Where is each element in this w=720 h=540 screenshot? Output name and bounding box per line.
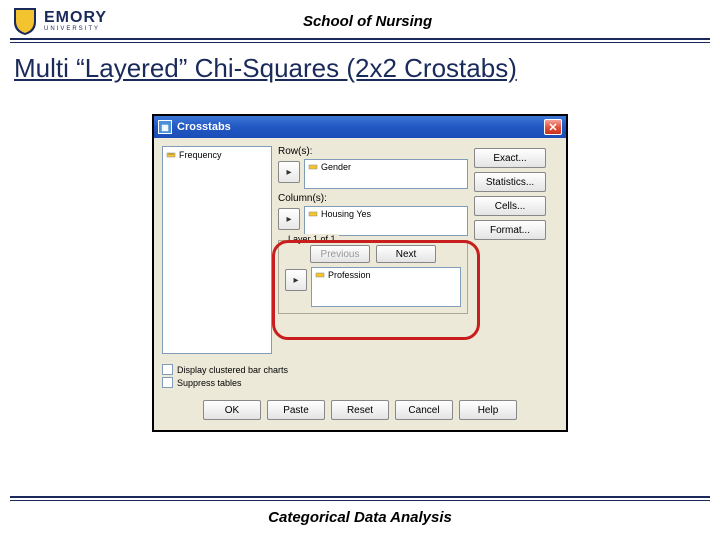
checkbox-label: Suppress tables bbox=[177, 378, 242, 388]
layer-frame: Layer 1 of 1 Previous Next ▸ Profession bbox=[278, 240, 468, 314]
layer-title: Layer 1 of 1 bbox=[285, 234, 339, 244]
statistics-button[interactable]: Statistics... bbox=[474, 172, 546, 192]
paste-button[interactable]: Paste bbox=[267, 400, 325, 420]
ruler-icon bbox=[315, 270, 325, 280]
logo-main-text: EMORY bbox=[44, 10, 107, 26]
move-to-rows-button[interactable]: ▸ bbox=[278, 161, 300, 183]
slide-title: Multi “Layered” Chi-Squares (2x2 Crostab… bbox=[0, 49, 720, 94]
rows-value: Gender bbox=[321, 162, 351, 172]
move-to-layer-button[interactable]: ▸ bbox=[285, 269, 307, 291]
slide-header: EMORY UNIVERSITY School of Nursing bbox=[0, 0, 720, 38]
titlebar[interactable]: ▦ Crosstabs ✕ bbox=[154, 116, 566, 138]
ok-button[interactable]: OK bbox=[203, 400, 261, 420]
format-button[interactable]: Format... bbox=[474, 220, 546, 240]
list-item[interactable]: Frequency bbox=[166, 150, 268, 160]
footer-text: Categorical Data Analysis bbox=[0, 507, 720, 526]
checkbox-label: Display clustered bar charts bbox=[177, 365, 288, 375]
source-variable-list[interactable]: Frequency bbox=[162, 146, 272, 354]
app-icon: ▦ bbox=[158, 120, 172, 134]
next-button[interactable]: Next bbox=[376, 245, 436, 263]
dialog-title: Crosstabs bbox=[177, 121, 544, 133]
cols-label: Column(s): bbox=[278, 193, 468, 204]
header-dept: School of Nursing bbox=[107, 13, 708, 30]
suppress-tables-checkbox-row[interactable]: Suppress tables bbox=[162, 377, 558, 388]
ruler-icon bbox=[308, 209, 318, 219]
checkbox-icon[interactable] bbox=[162, 364, 173, 375]
checkbox-icon[interactable] bbox=[162, 377, 173, 388]
source-item-label: Frequency bbox=[179, 150, 222, 160]
ruler-icon bbox=[308, 162, 318, 172]
previous-button[interactable]: Previous bbox=[310, 245, 370, 263]
exact-button[interactable]: Exact... bbox=[474, 148, 546, 168]
emory-logo: EMORY UNIVERSITY bbox=[12, 6, 107, 36]
layer-field[interactable]: Profession bbox=[311, 267, 461, 307]
reset-button[interactable]: Reset bbox=[331, 400, 389, 420]
rows-label: Row(s): bbox=[278, 146, 468, 157]
clustered-bars-checkbox-row[interactable]: Display clustered bar charts bbox=[162, 364, 558, 375]
cols-value: Housing Yes bbox=[321, 209, 371, 219]
divider bbox=[10, 500, 710, 501]
shield-icon bbox=[12, 6, 38, 36]
move-to-cols-button[interactable]: ▸ bbox=[278, 208, 300, 230]
crosstabs-dialog: ▦ Crosstabs ✕ Frequency Row(s): ▸ bbox=[152, 114, 568, 432]
divider bbox=[10, 38, 710, 40]
logo-sub-text: UNIVERSITY bbox=[44, 26, 107, 32]
cols-field[interactable]: Housing Yes bbox=[304, 206, 468, 236]
close-button[interactable]: ✕ bbox=[544, 119, 562, 135]
help-button[interactable]: Help bbox=[459, 400, 517, 420]
slide-footer: Categorical Data Analysis bbox=[0, 496, 720, 526]
ruler-icon bbox=[166, 150, 176, 160]
layer-value: Profession bbox=[328, 270, 371, 280]
dialog-container: ▦ Crosstabs ✕ Frequency Row(s): ▸ bbox=[0, 94, 720, 432]
rows-field[interactable]: Gender bbox=[304, 159, 468, 189]
divider bbox=[10, 496, 710, 498]
divider bbox=[10, 42, 710, 43]
cancel-button[interactable]: Cancel bbox=[395, 400, 453, 420]
cells-button[interactable]: Cells... bbox=[474, 196, 546, 216]
